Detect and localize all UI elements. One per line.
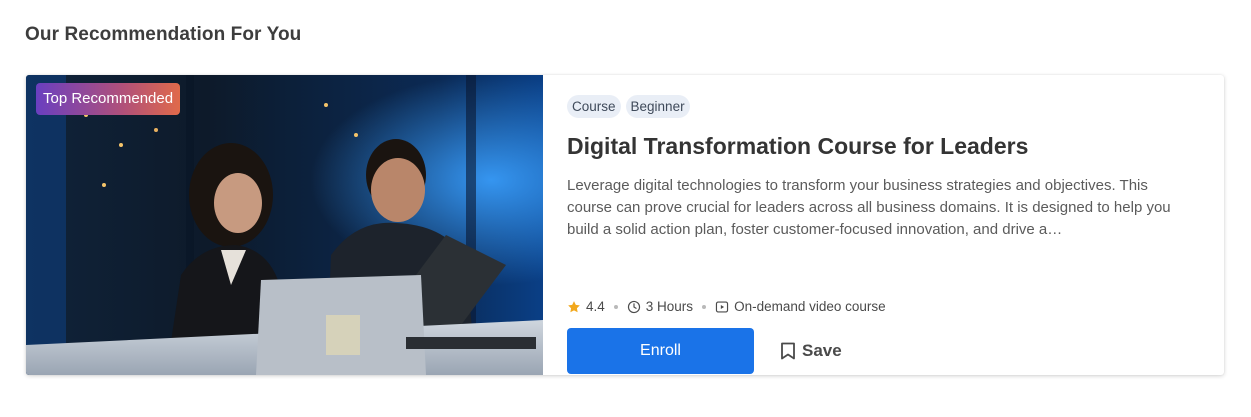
tag-level: Beginner [625,95,690,118]
star-icon [568,301,580,313]
course-tags: Course Beginner [567,95,1194,118]
course-description: Leverage digital technologies to transfo… [567,177,1171,238]
course-actions: Enroll Save [567,328,842,374]
save-button[interactable]: Save [780,341,842,361]
rating: 4.4 [567,297,605,317]
format-value: On-demand video course [734,299,886,314]
course-image [26,75,543,375]
bookmark-icon [781,342,795,360]
rating-value: 4.4 [586,299,605,314]
course-meta: 4.4 3 Hours On-demand video course [567,297,886,317]
course-title[interactable]: Digital Transformation Course for Leader… [567,131,1194,161]
section-title: Our Recommendation For You [25,24,302,45]
meta-separator [613,305,618,309]
course-card[interactable]: Top Recommended Course Beginner Digital … [26,75,1224,375]
enroll-button[interactable]: Enroll [567,328,754,374]
play-video-icon [715,301,729,313]
top-recommended-badge: Top Recommended [36,83,181,115]
course-thumbnail[interactable]: Top Recommended [26,75,543,375]
format: On-demand video course [715,297,886,317]
duration: 3 Hours [627,297,693,317]
save-label: Save [802,341,842,360]
course-details: Course Beginner Digital Transformation C… [567,95,1194,375]
tag-course: Course [567,95,621,118]
duration-value: 3 Hours [645,299,694,314]
clock-icon [627,300,640,314]
meta-separator [702,305,707,309]
